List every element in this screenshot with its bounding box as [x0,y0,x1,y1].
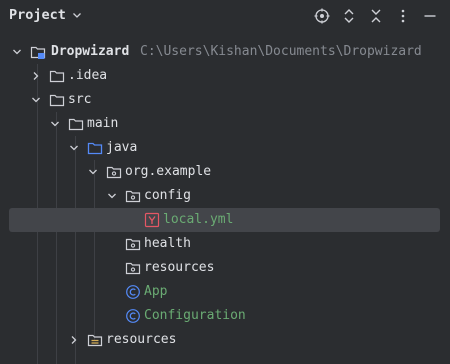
locate-icon[interactable] [312,6,332,26]
tree-item-label: resources [106,332,177,347]
expand-all-icon[interactable] [339,6,359,26]
tree-item-label: Dropwizard [51,44,130,59]
package-icon [106,166,122,179]
tree-item-label: Configuration [144,308,246,323]
tree-item-label: config [144,188,191,203]
chevron-right-icon[interactable] [30,70,42,82]
folder-icon [49,94,65,107]
tree-row-org-example[interactable]: org.example [0,160,450,184]
tool-window-header: Project [0,0,450,32]
more-options-icon[interactable] [393,6,413,26]
chevron-down-icon[interactable] [106,190,118,202]
tool-window-title: Project [9,7,66,23]
package-icon [125,262,141,275]
tree-item-label: src [68,92,92,107]
collapse-all-icon[interactable] [366,6,386,26]
source-folder-icon [87,142,103,155]
tree-row-java[interactable]: java [0,136,450,160]
yaml-file-icon [144,212,160,228]
project-view-selector[interactable]: Project [9,7,82,23]
tree-row-dropwizard[interactable]: Dropwizard C:\Users\Kishan\Documents\Dro… [0,40,450,64]
module-folder-icon [30,46,46,59]
chevron-down-icon[interactable] [87,166,99,178]
chevron-down-icon[interactable] [68,142,80,154]
tree-row-resources-folder[interactable]: resources [0,328,450,352]
tree-item-label: org.example [125,164,212,179]
tree-item-label: App [144,284,168,299]
tree-item-label: resources [144,260,215,275]
tree-row-app[interactable]: App [0,280,450,304]
tree-item-label: main [87,116,119,131]
chevron-down-icon[interactable] [30,94,42,106]
tree-row-main[interactable]: main [0,112,450,136]
chevron-down-icon[interactable] [49,118,61,130]
package-icon [125,238,141,251]
tree-row-src[interactable]: src [0,88,450,112]
class-icon [126,309,140,323]
tree-item-label: .idea [68,68,108,83]
tree-item-label: java [106,140,138,155]
chevron-down-icon[interactable] [11,46,23,58]
chevron-right-icon[interactable] [68,334,80,346]
tree-row-local-yml[interactable]: local.yml [0,208,450,232]
folder-icon [68,118,84,131]
tree-item-label: health [144,236,191,251]
tree-row-idea[interactable]: .idea [0,64,450,88]
resources-folder-icon [87,334,103,347]
tree-row-config[interactable]: config [0,184,450,208]
tree-row-configuration[interactable]: Configuration [0,304,450,328]
hide-icon[interactable] [420,6,440,26]
folder-icon [49,70,65,83]
tree-row-health[interactable]: health [0,232,450,256]
chevron-down-icon [72,13,81,18]
module-path: C:\Users\Kishan\Documents\Dropwizard [140,44,422,59]
package-icon [125,190,141,203]
class-icon [126,285,140,299]
tree-item-label: local.yml [163,212,234,227]
tree-row-resources-package[interactable]: resources [0,256,450,280]
